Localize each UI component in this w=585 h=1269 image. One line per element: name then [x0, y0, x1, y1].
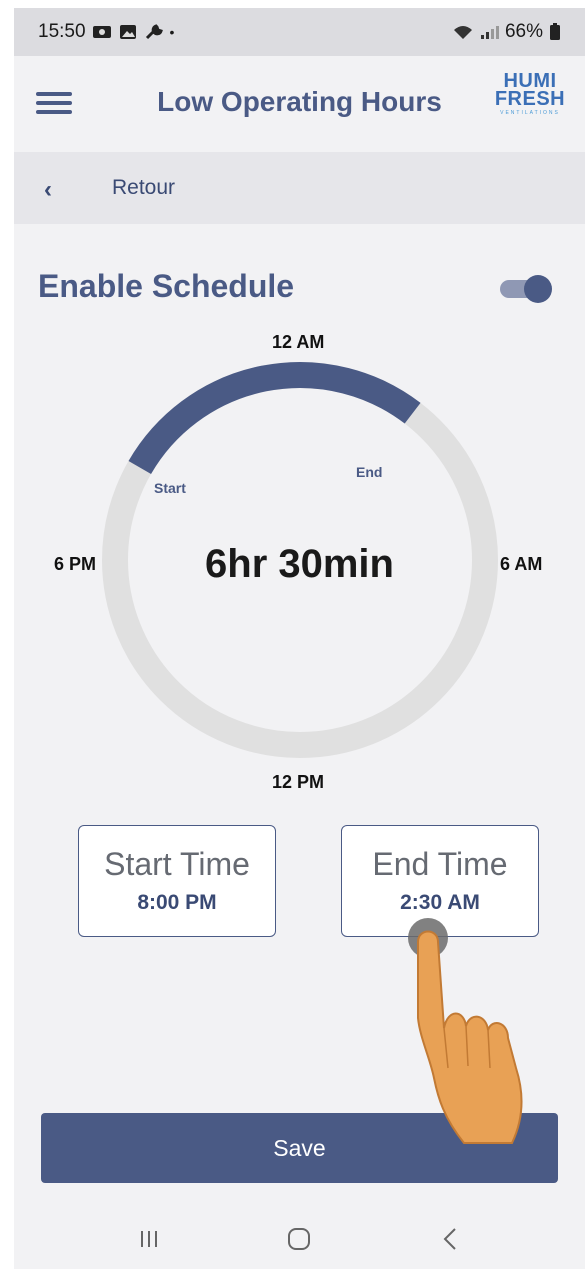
end-time-label: End Time	[372, 846, 508, 882]
toggle-knob	[524, 275, 552, 303]
screen-record-icon	[92, 26, 111, 38]
status-time: 15:50	[38, 21, 86, 42]
schedule-dial: 12 AM 6 AM 12 PM 6 PM Start End 6hr 30mi…	[14, 328, 585, 808]
status-bar: 15:50 • 66%	[14, 8, 585, 56]
wrench-icon	[145, 24, 163, 40]
start-time-box[interactable]: Start Time 8:00 PM	[78, 825, 276, 937]
enable-schedule-toggle[interactable]	[500, 274, 552, 303]
system-nav-bar	[14, 1208, 585, 1269]
back-chevron-icon[interactable]: ‹	[44, 176, 52, 204]
start-time-label: Start Time	[104, 846, 250, 882]
back-link[interactable]: Retour	[112, 176, 175, 200]
battery-icon	[550, 23, 560, 40]
recent-apps-icon[interactable]	[129, 1219, 169, 1259]
app-header: Low Operating Hours HUMI FRESH VENTILATI…	[14, 56, 585, 152]
dial-label-12am: 12 AM	[272, 332, 325, 352]
enable-schedule-label: Enable Schedule	[38, 268, 295, 304]
home-icon[interactable]	[279, 1219, 319, 1259]
signal-icon	[480, 26, 499, 39]
dot-icon: •	[169, 24, 175, 40]
gallery-icon	[119, 25, 136, 39]
back-icon[interactable]	[430, 1219, 470, 1259]
start-time-value: 8:00 PM	[137, 891, 217, 914]
tap-hand-icon	[408, 918, 523, 1144]
battery-percent: 66%	[504, 21, 543, 42]
wifi-icon	[453, 26, 472, 39]
humifresh-logo: HUMI FRESH VENTILATIONS	[494, 70, 566, 116]
back-bar: ‹ Retour	[14, 152, 585, 224]
duration-display: 6hr 30min	[205, 542, 394, 586]
app-screen: 15:50 • 66% Low Operating Hours HUMI FRE…	[14, 8, 585, 1269]
active-schedule-arc[interactable]	[128, 362, 421, 475]
end-time-value: 2:30 AM	[400, 891, 480, 914]
arc-start-label: Start	[154, 480, 186, 496]
arc-end-label: End	[356, 464, 383, 480]
dial-label-12pm: 12 PM	[272, 772, 325, 792]
